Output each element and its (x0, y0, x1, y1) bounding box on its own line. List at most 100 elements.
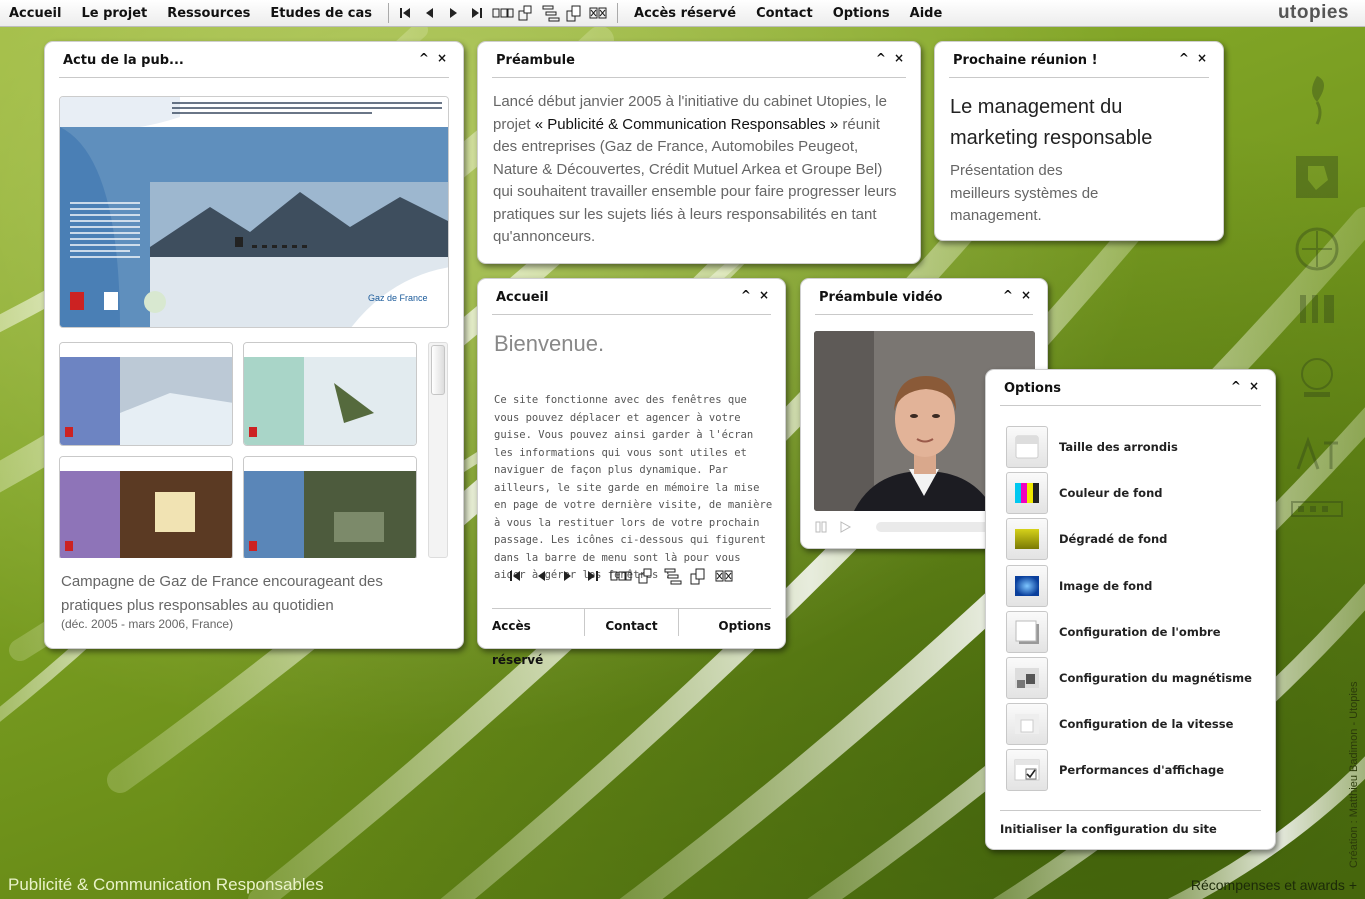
menu-etudes-de-cas[interactable]: Etudes de cas (260, 0, 382, 27)
next-icon[interactable] (444, 0, 466, 27)
menu-divider (388, 3, 390, 23)
ad-thumbnail[interactable] (243, 342, 417, 446)
close-icon[interactable]: × (437, 51, 447, 65)
cascade-icon[interactable] (492, 0, 514, 27)
window-header[interactable]: Options ^ × (1000, 370, 1261, 406)
utopies-logo[interactable]: utopies (1278, 2, 1349, 24)
magnet-icon[interactable] (1006, 657, 1048, 699)
footer-contact[interactable]: Contact (584, 609, 677, 636)
ad-thumbnail[interactable] (243, 456, 417, 558)
close-all-icon[interactable] (588, 0, 610, 27)
gaz-de-france-logo[interactable] (1290, 72, 1344, 126)
welcome-heading: Bienvenue. (494, 331, 605, 356)
minimize-icon[interactable]: ^ (1003, 288, 1013, 302)
uda-logo[interactable] (1290, 282, 1344, 336)
option-item[interactable]: Performances d'affichage (1006, 749, 1266, 792)
window-accueil[interactable]: Accueil ^ × Bienvenue. Ce site fonctionn… (477, 278, 786, 667)
tree-icon[interactable] (540, 0, 562, 27)
option-label: Image de fond (1059, 578, 1153, 593)
orse-logo[interactable] (1290, 482, 1344, 536)
gradient-icon[interactable] (1006, 518, 1048, 561)
window-header[interactable]: Actu de la pub... ^ × (59, 42, 449, 78)
option-label: Configuration de l'ombre (1059, 624, 1221, 639)
color-bars-icon[interactable] (1006, 472, 1048, 515)
ad-thumbnail[interactable] (59, 342, 233, 446)
next-icon[interactable] (557, 565, 580, 587)
thumbnail-scrollbar[interactable] (428, 342, 448, 558)
stack-icon[interactable] (687, 565, 710, 587)
scrollbar-thumb[interactable] (431, 345, 445, 395)
speed-icon[interactable] (1006, 703, 1048, 746)
first-icon[interactable] (505, 565, 528, 587)
close-icon[interactable]: × (759, 288, 769, 302)
menu-aide[interactable]: Aide (900, 0, 953, 27)
window-options[interactable]: Options ^ × Taille des arrondis Couleur d… (985, 369, 1276, 850)
window-title: Accueil (496, 290, 549, 305)
window-preambule[interactable]: Préambule ^ × Lancé début janvier 2005 à… (477, 41, 921, 264)
option-item[interactable]: Configuration de la vitesse (1006, 703, 1266, 746)
last-icon[interactable] (583, 565, 606, 587)
first-icon[interactable] (396, 0, 418, 27)
window-header[interactable]: Préambule vidéo ^ × (815, 279, 1033, 315)
option-label: Configuration du magnétisme (1059, 671, 1252, 685)
option-item[interactable]: Configuration du magnétisme (1006, 657, 1266, 699)
close-all-icon[interactable] (713, 565, 736, 587)
option-item[interactable]: Couleur de fond (1006, 472, 1266, 515)
pnue-logo[interactable] (1290, 350, 1344, 404)
nature-decouvertes-logo[interactable] (1290, 222, 1344, 276)
option-item[interactable]: Image de fond (1006, 564, 1266, 607)
footer-acces-reserve[interactable]: Accès réservé (492, 609, 584, 667)
menu-ressources[interactable]: Ressources (157, 0, 260, 27)
rounded-corner-icon[interactable] (1006, 426, 1048, 468)
prev-icon[interactable] (420, 0, 442, 27)
minimize-icon[interactable]: ^ (1231, 379, 1241, 393)
tile-icon[interactable] (635, 565, 658, 587)
prev-icon[interactable] (531, 565, 554, 587)
awards-link[interactable]: Récompenses et awards + (1191, 877, 1357, 893)
menu-options[interactable]: Options (823, 0, 900, 27)
play-icon[interactable] (838, 520, 852, 534)
minimize-icon[interactable]: ^ (419, 51, 429, 65)
minimize-icon[interactable]: ^ (1179, 51, 1189, 65)
menu-acces-reserve[interactable]: Accès réservé (624, 0, 746, 27)
close-icon[interactable]: × (1197, 51, 1207, 65)
image-icon[interactable] (1006, 564, 1048, 607)
menu-le-projet[interactable]: Le projet (71, 0, 157, 27)
site-title[interactable]: Publicité & Communication Responsables (8, 875, 324, 895)
act-logo[interactable] (1290, 428, 1344, 482)
ad-thumbnail[interactable] (59, 456, 233, 558)
ad-caption: Campagne de Gaz de France encourageant d… (61, 573, 383, 614)
option-label: Dégradé de fond (1059, 532, 1168, 547)
footer-options[interactable]: Options (677, 609, 771, 636)
close-icon[interactable]: × (1249, 379, 1259, 393)
reset-configuration-link[interactable]: Initialiser la configuration du site (1000, 810, 1261, 836)
window-prochaine-reunion[interactable]: Prochaine réunion ! ^ × Le management du… (934, 41, 1224, 241)
option-item[interactable]: Dégradé de fond (1006, 518, 1266, 561)
cascade-icon[interactable] (609, 565, 632, 587)
stack-icon[interactable] (564, 0, 586, 27)
pause-icon[interactable] (814, 520, 828, 534)
window-title: Prochaine réunion ! (953, 53, 1098, 68)
peugeot-logo[interactable] (1290, 150, 1344, 204)
window-header[interactable]: Prochaine réunion ! ^ × (949, 42, 1209, 78)
shadow-icon[interactable] (1006, 610, 1048, 653)
close-icon[interactable]: × (894, 51, 904, 65)
reunion-text: Présentation des meilleurs systèmes de m… (950, 162, 1099, 224)
menu-contact[interactable]: Contact (746, 0, 823, 27)
tree-icon[interactable] (661, 565, 684, 587)
menu-accueil[interactable]: Accueil (0, 0, 71, 27)
performance-icon[interactable] (1006, 749, 1048, 792)
minimize-icon[interactable]: ^ (876, 51, 886, 65)
close-icon[interactable]: × (1021, 288, 1031, 302)
top-menu-bar: Accueil Le projet Ressources Etudes de c… (0, 0, 1365, 27)
tile-icon[interactable] (516, 0, 538, 27)
ad-main-image[interactable]: Gaz de France (59, 96, 449, 328)
window-header[interactable]: Préambule ^ × (492, 42, 906, 78)
last-icon[interactable] (468, 0, 490, 27)
window-header[interactable]: Accueil ^ × (492, 279, 771, 315)
reunion-heading[interactable]: Le management du marketing responsable (950, 92, 1200, 154)
window-actu-pub[interactable]: Actu de la pub... ^ × Gaz de France Camp… (44, 41, 464, 649)
minimize-icon[interactable]: ^ (741, 288, 751, 302)
option-item[interactable]: Taille des arrondis (1006, 426, 1266, 468)
option-item[interactable]: Configuration de l'ombre (1006, 610, 1266, 653)
